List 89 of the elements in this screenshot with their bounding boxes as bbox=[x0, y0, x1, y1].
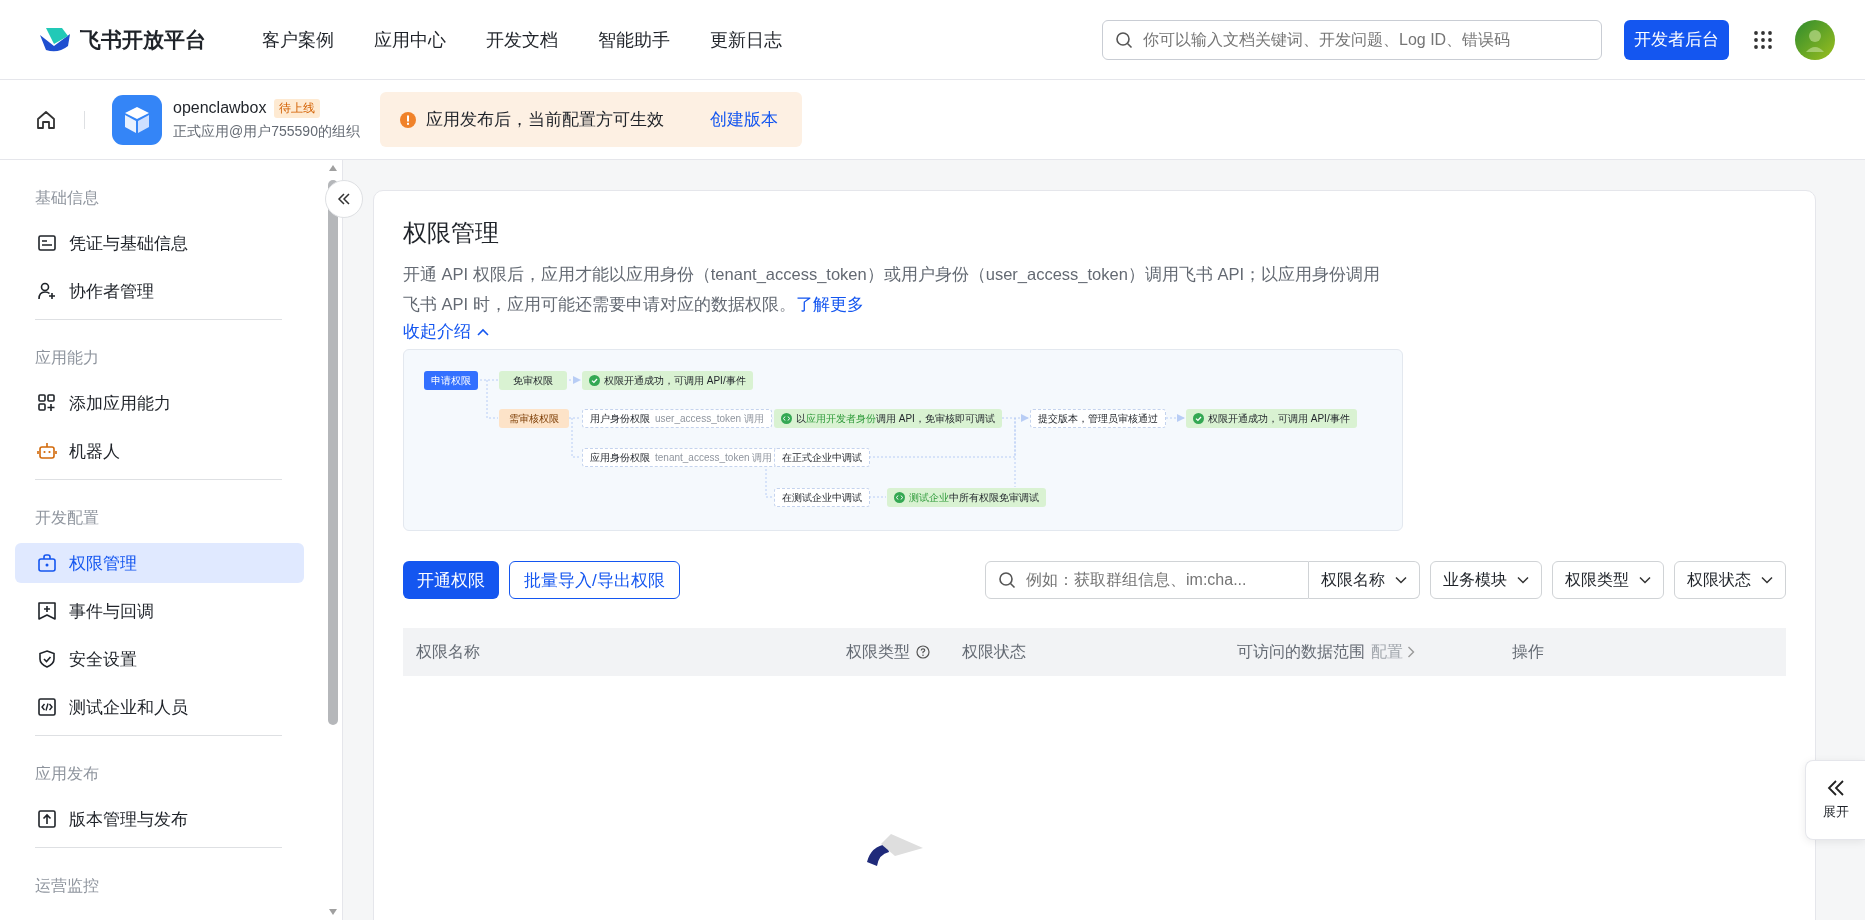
check-circle-icon bbox=[1193, 413, 1204, 424]
sidebar-item[interactable]: 安全设置 bbox=[15, 639, 304, 679]
code-circle-icon bbox=[894, 492, 905, 503]
nav-link[interactable]: 更新日志 bbox=[710, 27, 782, 52]
logo-text[interactable]: 飞书开放平台 bbox=[80, 25, 206, 54]
nav-link[interactable]: 客户案例 bbox=[262, 27, 334, 52]
check-circle-icon bbox=[589, 375, 600, 386]
column-header: 权限类型 bbox=[846, 641, 910, 662]
sidebar-item[interactable]: 权限管理 bbox=[15, 543, 304, 583]
flow-node-text: 用户身份权限 user_access_token 调用 bbox=[590, 411, 764, 426]
chevron-down-icon bbox=[1761, 576, 1773, 584]
flow-node-text: 以应用开发者身份调用 API，免审核即可调试 bbox=[796, 411, 995, 426]
flow-node-text: 申请权限 bbox=[431, 373, 471, 388]
avatar[interactable] bbox=[1795, 19, 1835, 60]
sidebar-item[interactable]: 测试企业和人员 bbox=[15, 687, 304, 727]
flow-node-text: 在正式企业中调试 bbox=[782, 450, 862, 465]
code-circle-icon bbox=[781, 413, 792, 424]
nav-link[interactable]: 智能助手 bbox=[598, 27, 670, 52]
chevron-down-icon bbox=[1639, 576, 1651, 584]
flow-node-text: 需审核权限 bbox=[509, 411, 559, 426]
section-heading: 应用发布 bbox=[34, 764, 100, 784]
sidebar-item[interactable]: 版本管理与发布 bbox=[15, 799, 304, 839]
column-header: 可访问的数据范围 bbox=[1237, 641, 1365, 662]
column-header: 权限状态 bbox=[962, 641, 1026, 662]
flow-node-text: 测试企业中所有权限免审调试 bbox=[909, 490, 1039, 505]
batch-import-export-button[interactable]: 批量导入/导出权限 bbox=[509, 561, 680, 599]
upload-icon bbox=[37, 809, 57, 829]
create-version-link[interactable]: 创建版本 bbox=[709, 108, 778, 131]
sidebar-item[interactable]: 凭证与基础信息 bbox=[15, 223, 304, 263]
column-header: 操作 bbox=[1512, 641, 1544, 662]
section-heading: 应用能力 bbox=[34, 348, 100, 368]
sidebar-item[interactable]: 添加应用能力 bbox=[15, 383, 304, 423]
chevron-right-icon bbox=[1407, 646, 1415, 658]
home-icon[interactable] bbox=[35, 108, 57, 131]
flow-node-text: 权限开通成功，可调用 API/事件 bbox=[604, 373, 746, 388]
add-message-icon bbox=[37, 601, 57, 621]
app-icon bbox=[112, 94, 162, 145]
description-text: 开通 API 权限后，应用才能以应用身份（tenant_access_token）或用户身份（user_access_token）调用飞书 API；以应用身份调用飞书 API 时，应用可能还需要申请对应的数据权限。了解更多 bbox=[403, 264, 1382, 315]
sidebar-item[interactable]: 事件与回调 bbox=[15, 591, 304, 631]
add-user-icon bbox=[37, 281, 57, 301]
expand-panel-button[interactable]: 展开 bbox=[1805, 760, 1865, 840]
code-icon bbox=[37, 697, 57, 717]
search-field[interactable]: 你可以输入文档关键词、开发问题、Log ID、错误码 bbox=[1102, 19, 1602, 60]
enable-permission-button[interactable]: 开通权限 bbox=[403, 561, 499, 599]
chevron-up-icon bbox=[477, 328, 489, 336]
sidebar-item[interactable]: 机器人 bbox=[15, 431, 304, 471]
flow-node-text: 免审权限 bbox=[513, 373, 553, 388]
flow-node-text: 提交版本，管理员审核通过 bbox=[1038, 411, 1158, 426]
flow-node-text: 权限开通成功，可调用 API/事件 bbox=[1208, 411, 1350, 426]
chevron-down-icon bbox=[1517, 576, 1529, 584]
logo-icon bbox=[38, 25, 72, 54]
search-icon bbox=[998, 571, 1016, 589]
chevron-down-icon bbox=[1395, 576, 1407, 584]
search-field-dropdown[interactable]: 权限名称 bbox=[1309, 561, 1420, 599]
apps-grid-icon[interactable] bbox=[1753, 29, 1773, 50]
filter-dropdown[interactable]: 权限类型 bbox=[1552, 561, 1664, 599]
nav-link[interactable]: 应用中心 bbox=[374, 27, 446, 52]
add-grid-icon bbox=[37, 393, 57, 413]
search-icon bbox=[1115, 30, 1133, 49]
sidebar-item[interactable]: 协作者管理 bbox=[15, 271, 304, 311]
flow-node-text: 在测试企业中调试 bbox=[782, 490, 862, 505]
shield-check-icon bbox=[37, 649, 57, 669]
warning-icon bbox=[399, 111, 416, 128]
console-button[interactable]: 开发者后台 bbox=[1624, 19, 1729, 60]
scroll-down-icon bbox=[328, 908, 338, 916]
robot-icon bbox=[37, 441, 57, 461]
nav-link[interactable]: 开发文档 bbox=[486, 27, 558, 52]
search-field[interactable]: 例如：获取群组信息、im:cha... bbox=[985, 561, 1309, 599]
status-badge: 待上线 bbox=[274, 98, 321, 118]
scroll-up-icon bbox=[328, 164, 338, 172]
section-heading: 开发配置 bbox=[34, 508, 100, 528]
scrollbar-thumb[interactable] bbox=[328, 180, 338, 725]
filter-dropdown[interactable]: 权限状态 bbox=[1674, 561, 1786, 599]
column-header: 权限名称 bbox=[416, 641, 480, 662]
collapse-intro-link[interactable]: 收起介绍 bbox=[403, 321, 489, 343]
double-chevron-left-icon bbox=[1825, 779, 1846, 797]
double-chevron-left-icon bbox=[337, 193, 351, 205]
filter-dropdown[interactable]: 业务模块 bbox=[1430, 561, 1542, 599]
flow-node-text: 应用身份权限 tenant_access_token 调用 bbox=[590, 450, 773, 465]
app-name: openclawbox bbox=[173, 99, 267, 117]
collapse-button[interactable] bbox=[325, 180, 363, 218]
section-heading: 基础信息 bbox=[34, 188, 100, 208]
notice-text: 应用发布后，当前配置方可生效 bbox=[425, 109, 664, 131]
id-card-icon bbox=[37, 233, 57, 253]
organization-text: 正式应用@用户755590的组织 bbox=[173, 122, 360, 141]
page-title: 权限管理 bbox=[403, 218, 500, 248]
learn-more-link[interactable]: 了解更多 bbox=[795, 295, 864, 313]
lock-icon bbox=[37, 553, 57, 573]
section-heading: 运营监控 bbox=[34, 876, 100, 896]
